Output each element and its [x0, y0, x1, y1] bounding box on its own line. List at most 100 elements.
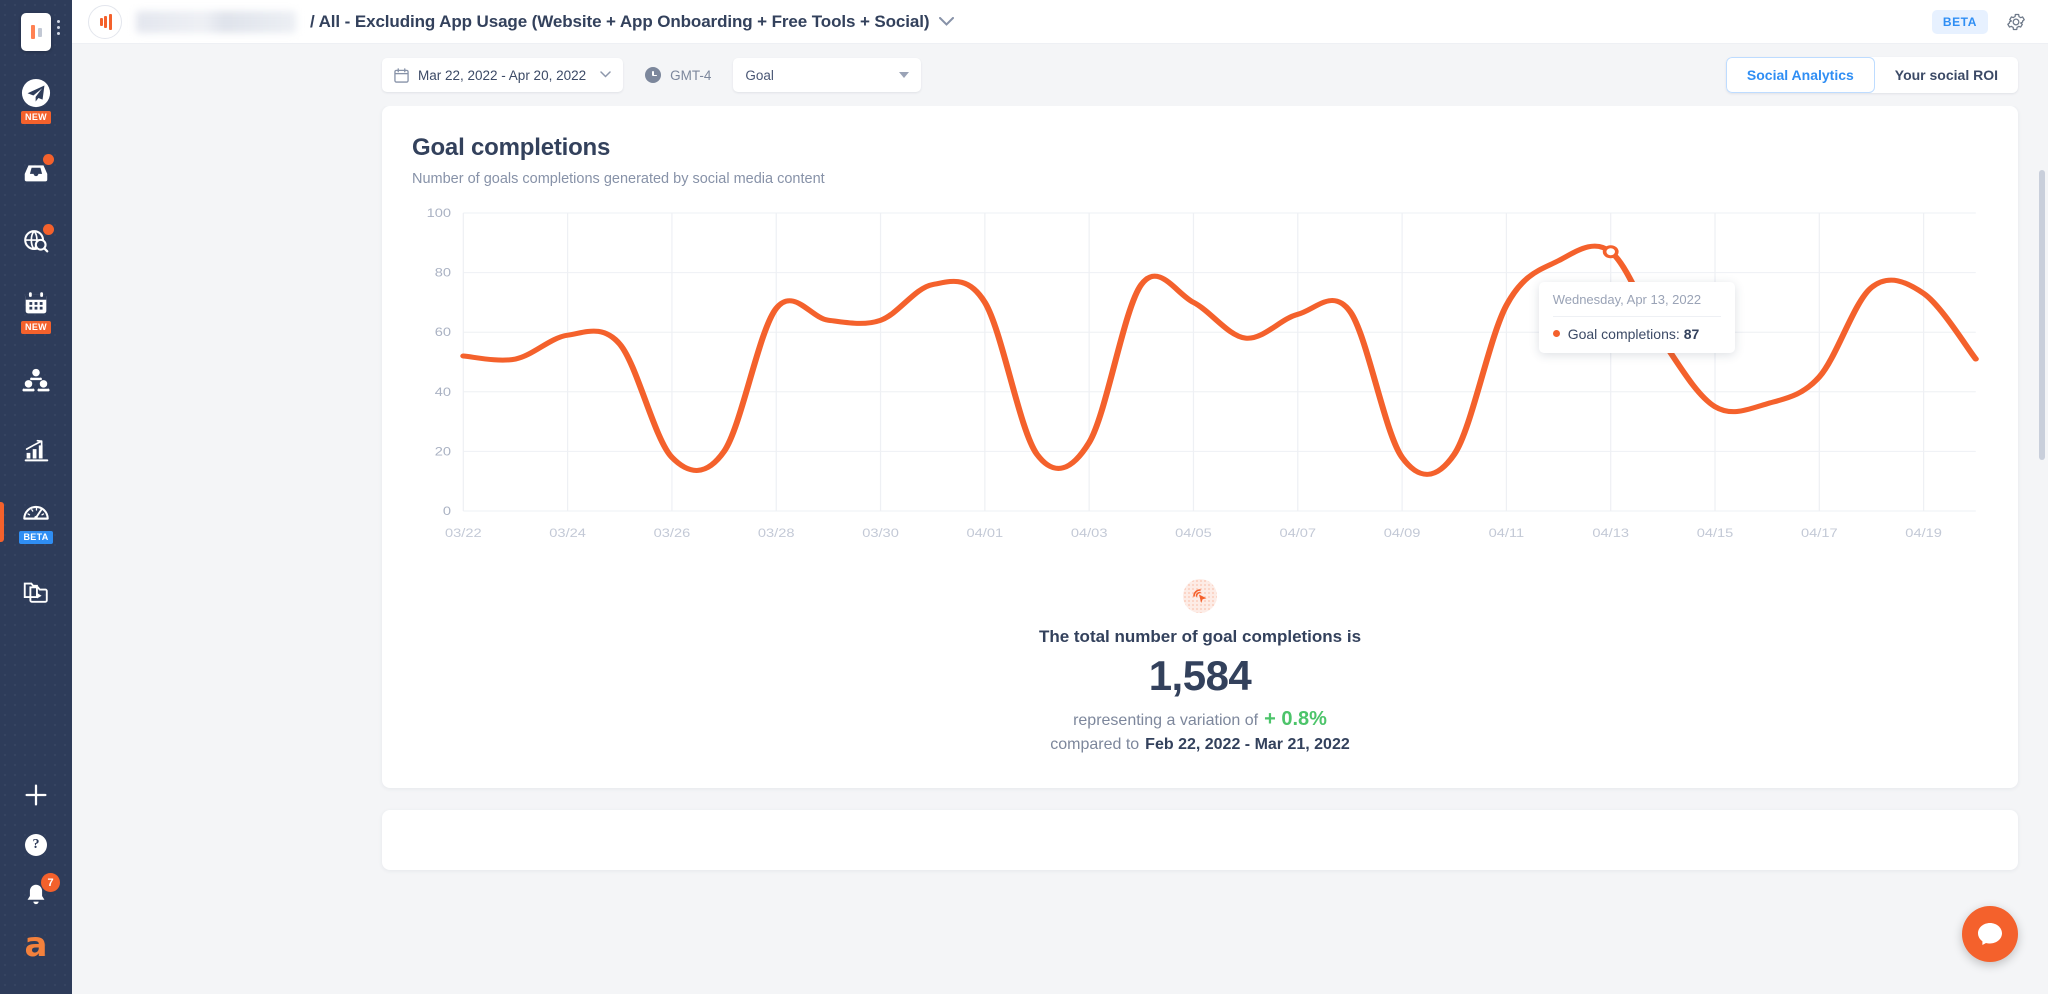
beta-badge: BETA: [1931, 9, 1988, 34]
chevron-down-icon[interactable]: [939, 14, 955, 29]
vertical-scrollbar[interactable]: [2039, 170, 2045, 460]
click-target-svg: [1193, 589, 1207, 603]
y-tick-label: 40: [435, 385, 451, 398]
x-tick-label: 04/01: [967, 526, 1004, 539]
bell-icon: 7: [21, 873, 60, 910]
dot: [57, 26, 60, 29]
gear-icon[interactable]: [2006, 12, 2026, 32]
help-button[interactable]: ?: [0, 830, 72, 860]
x-tick-label: 04/13: [1592, 526, 1629, 539]
chevron-down-icon: [899, 72, 910, 78]
card-title: Goal completions: [412, 134, 611, 161]
sidebar-item-calendar[interactable]: NEW: [0, 284, 72, 338]
bar-chart-arrow-icon: [21, 436, 51, 466]
content-scroll-area[interactable]: Goal completions Number of goals complet…: [72, 106, 2048, 994]
notification-count-badge: 7: [41, 873, 60, 892]
bar-chart-icon[interactable]: [88, 4, 122, 39]
x-tick-label: 04/15: [1697, 526, 1734, 539]
date-range-picker[interactable]: Mar 22, 2022 - Apr 20, 2022: [382, 58, 624, 92]
click-target-icon: [1183, 579, 1217, 613]
summary-variation-line: representing a variation of + 0.8%: [412, 708, 1988, 731]
avatar-label: a: [24, 925, 48, 965]
sidebar-bottom: ? 7 a: [0, 780, 72, 994]
summary-variation-prefix: representing a variation of: [1073, 712, 1259, 729]
dot: [57, 20, 60, 23]
bar-1: [99, 17, 103, 26]
view-tabs: Social Analytics Your social ROI: [1725, 57, 2018, 93]
main-sidebar: NEW NEW BETA ? 7 a: [0, 0, 72, 994]
goal-completions-card: Goal completions Number of goals complet…: [382, 106, 2018, 788]
x-tick-label: 04/11: [1489, 526, 1525, 539]
sidebar-item-listening[interactable]: [0, 214, 72, 268]
summary-headline: The total number of goal completions is: [1038, 627, 1362, 646]
add-button[interactable]: [0, 780, 72, 810]
y-tick-label: 80: [435, 266, 451, 279]
summary-block: The total number of goal completions is …: [412, 579, 1988, 754]
tab-social-analytics[interactable]: Social Analytics: [1725, 57, 1875, 93]
notifications-button[interactable]: 7: [0, 873, 72, 910]
x-tick-label: 03/22: [445, 526, 482, 539]
paper-plane-icon: [21, 78, 51, 108]
summary-variation-value: + 0.8%: [1264, 708, 1327, 730]
app-root: NEW NEW BETA ? 7 a / All - Excluding App…: [0, 0, 2048, 994]
filters-toolbar: Mar 22, 2022 - Apr 20, 2022 GMT-4 Goal S…: [72, 44, 2048, 106]
sidebar-item-roi-dashboard[interactable]: BETA: [0, 494, 72, 548]
x-tick-label: 04/07: [1279, 526, 1316, 539]
y-tick-label: 20: [435, 445, 451, 458]
sidebar-item-media-library[interactable]: [0, 564, 72, 618]
top-bar-right: BETA: [1931, 9, 2026, 34]
goal-completions-chart[interactable]: 0 20 40 60 80 100 03/22 03/24 03/26 03/28 03/30 04…: [412, 201, 1988, 561]
y-tick-label: 100: [427, 206, 451, 219]
sidebar-item-audience[interactable]: [0, 354, 72, 408]
logo-bar-b: [37, 27, 42, 37]
x-tick-label: 03/28: [758, 526, 795, 539]
tab-your-social-roi[interactable]: Your social ROI: [1875, 57, 2018, 93]
dot: [57, 32, 60, 35]
plus-icon: [21, 780, 51, 810]
top-bar: / All - Excluding App Usage (Website + A…: [72, 0, 2048, 44]
user-avatar[interactable]: a: [0, 925, 72, 965]
chart-highlight-point: [1602, 245, 1619, 259]
logo-bar-a: [30, 25, 35, 39]
media-folder-icon: [21, 576, 51, 606]
x-tick-label: 04/19: [1905, 526, 1942, 539]
sidebar-badge-beta: BETA: [19, 531, 53, 544]
calendar-icon: [21, 288, 51, 318]
chat-icon: [1978, 923, 2002, 945]
chevron-down-icon: [600, 69, 611, 81]
sidebar-item-publish[interactable]: NEW: [0, 74, 72, 128]
x-tick-label: 04/05: [1175, 526, 1212, 539]
workspace-name-redacted: [136, 10, 296, 33]
help-icon: ?: [25, 834, 47, 856]
next-card-placeholder: [382, 810, 2018, 870]
clock-icon: [645, 67, 662, 83]
sidebar-item-inbox[interactable]: [0, 144, 72, 198]
chart-gridlines: [462, 212, 1976, 512]
goal-select[interactable]: Goal: [733, 58, 922, 92]
date-range-label: Mar 22, 2022 - Apr 20, 2022: [418, 67, 587, 83]
agorapulse-logo[interactable]: [14, 10, 60, 54]
y-tick-label: 0: [443, 504, 451, 517]
calendar-icon: [394, 67, 409, 83]
timezone-label: GMT-4: [670, 67, 712, 83]
alert-dot: [43, 154, 54, 165]
alert-dot: [43, 224, 54, 235]
card-subtitle: Number of goals completions generated by…: [412, 171, 825, 187]
inbox-icon: [21, 154, 54, 186]
timezone-selector[interactable]: GMT-4: [645, 67, 711, 83]
page-title: / All - Excluding App Usage (Website + A…: [310, 11, 930, 31]
summary-compare-prefix: compared to: [1050, 736, 1140, 753]
goal-select-value: Goal: [745, 67, 774, 83]
x-tick-label: 03/26: [654, 526, 691, 539]
chart-svg: 0 20 40 60 80 100 03/22 03/24 03/26 03/28 03/30 04…: [427, 206, 1979, 540]
intercom-chat-button[interactable]: [1962, 906, 2018, 962]
x-tick-label: 03/30: [862, 526, 899, 539]
chart-y-tick-labels: 0 20 40 60 80 100: [427, 206, 451, 517]
logo-menu-dots[interactable]: [57, 20, 60, 35]
y-tick-label: 60: [435, 325, 451, 338]
sidebar-item-reports[interactable]: [0, 424, 72, 478]
x-tick-label: 04/09: [1384, 526, 1421, 539]
globe-search-icon: [21, 224, 54, 256]
x-tick-label: 04/17: [1801, 526, 1838, 539]
x-tick-label: 04/03: [1071, 526, 1108, 539]
